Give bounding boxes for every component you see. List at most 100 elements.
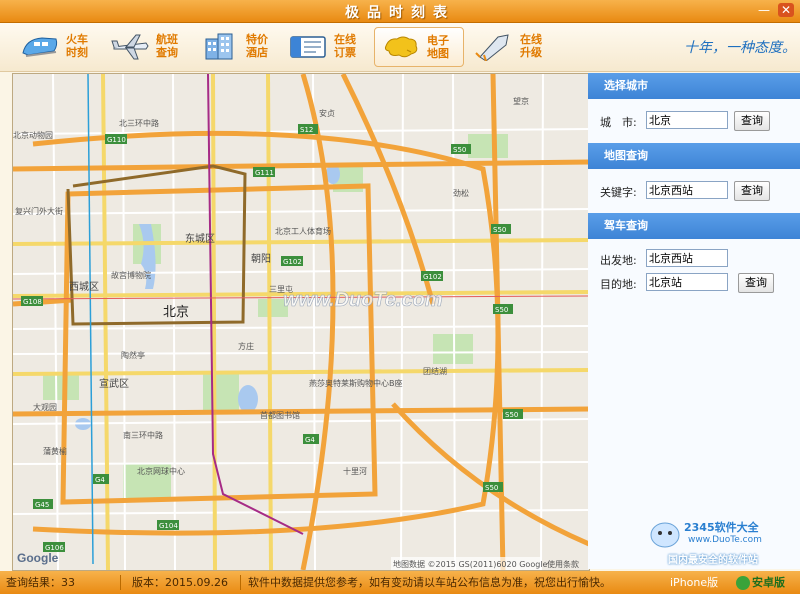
- toolbar-label-line1: 电子: [427, 34, 449, 47]
- map-label-fangzhuang: 方庄: [238, 341, 254, 351]
- road-badge: S50: [453, 146, 466, 154]
- toolbar-train-times[interactable]: 火车 时刻: [20, 27, 96, 65]
- keyword-label: 关键字:: [600, 186, 637, 199]
- map-label-tennis-center: 北京网球中心: [137, 466, 185, 476]
- title-bar: 极品时刻表 — ✕: [0, 0, 800, 23]
- map-label-outlet: 燕莎奥特莱斯购物中心B座: [309, 378, 403, 388]
- road-badge: G111: [255, 169, 274, 177]
- map-canvas[interactable]: G110 S12 S50 G111 G102 S50 G102 S50 G108…: [13, 74, 589, 570]
- keyword-input[interactable]: 北京西站: [646, 181, 728, 199]
- toolbar-online-upgrade[interactable]: 在线 升级: [474, 27, 550, 65]
- minimize-button[interactable]: —: [756, 3, 772, 17]
- toolbar-label-line2: 时刻: [66, 46, 88, 59]
- map-icon: [384, 36, 418, 58]
- toolbar-label-line2: 地图: [427, 47, 449, 60]
- city-label: 城 市:: [600, 116, 637, 129]
- select-city-header: 选择城市: [588, 73, 800, 99]
- toolbar-label-line2: 升级: [520, 46, 542, 59]
- road-badge: S50: [485, 484, 498, 492]
- map-label-zoo: 北京动物园: [13, 130, 53, 140]
- slogan: 十年，一种态度。: [684, 40, 796, 56]
- from-label: 出发地:: [600, 254, 637, 267]
- toolbar-online-booking[interactable]: 在线 订票: [288, 27, 364, 65]
- to-input[interactable]: 北京站: [646, 273, 728, 291]
- google-logo: Google: [17, 551, 59, 565]
- toolbar-label-line1: 在线: [334, 33, 356, 46]
- road-badge: S12: [300, 126, 313, 134]
- toolbar-label-line1: 火车: [66, 33, 88, 46]
- map-watermark: www.DuoTe.com: [283, 289, 443, 311]
- iphone-link[interactable]: iPhone版: [670, 571, 718, 594]
- toolbar-label-line1: 在线: [520, 33, 542, 46]
- close-button[interactable]: ✕: [778, 3, 794, 17]
- map-label-tuanjiehu: 团结湖: [423, 366, 447, 376]
- map-label-anzhen: 安贞: [319, 108, 335, 118]
- road-badge: G110: [107, 136, 126, 144]
- map-copyright: 地图数据 ©2015 GS(2011)6020 Google: [393, 559, 548, 569]
- airplane-icon: [111, 34, 149, 60]
- road-badge: G4: [305, 436, 315, 444]
- hotel-icon: [205, 33, 233, 60]
- result-count: 查询结果：33: [6, 576, 75, 589]
- city-query-button[interactable]: 查询: [734, 111, 770, 131]
- train-icon: [22, 37, 58, 57]
- map-terms-link: 使用条款: [547, 559, 579, 569]
- branding-watermark: 2345软件大全 www.DuoTe.com 国内最安全的软件站: [648, 513, 798, 567]
- road-badge: S50: [493, 226, 506, 234]
- driving-from-row: 出发地: 北京西站: [588, 247, 800, 271]
- map-label-gugong: 故宫博物院: [111, 270, 151, 280]
- toolbar: 火车 时刻 航班 查询 特价 酒店 在线 订票 电子 地图 在线 升级 十年，一种态度。: [0, 23, 800, 72]
- road-badge: G4: [95, 476, 105, 484]
- map-label-library: 首都图书馆: [260, 410, 300, 420]
- map-label-xuanwu: 宣武区: [99, 377, 129, 390]
- ticket-icon: [290, 36, 326, 58]
- toolbar-label-line1: 航班: [156, 33, 178, 46]
- map-label-pupu: 蒲黄榆: [43, 446, 67, 456]
- map-label-beijing: 北京: [163, 305, 189, 320]
- query-sidebar: 选择城市 城 市: 北京 查询 地图查询 关键字: 北京西站 查询 驾车查询 出…: [588, 73, 800, 569]
- toolbar-label-line1: 特价: [246, 33, 268, 46]
- android-link[interactable]: 安卓版: [752, 571, 785, 594]
- toolbar-electronic-map[interactable]: 电子 地图: [374, 27, 464, 67]
- map-label-xicheng: 西城区: [69, 281, 99, 293]
- driving-query-button[interactable]: 查询: [738, 273, 774, 293]
- road-badge: S50: [505, 411, 518, 419]
- branding-slogan: 国内最安全的软件站: [668, 555, 758, 566]
- keyword-query-button[interactable]: 查询: [734, 181, 770, 201]
- city-input[interactable]: 北京: [646, 111, 728, 129]
- branding-url: www.DuoTe.com: [688, 535, 762, 545]
- version-text: 版本：2015.09.26: [132, 576, 228, 589]
- map-label-wangjing: 望京: [513, 96, 529, 106]
- toolbar-label-line2: 订票: [334, 46, 356, 59]
- map-label-shilihe: 十里河: [343, 466, 367, 476]
- map-label-fuxingmen: 复兴门外大街: [15, 206, 63, 216]
- map-view[interactable]: G110 S12 S50 G111 G102 S50 G102 S50 G108…: [12, 73, 590, 571]
- driving-to-row: 目的地: 北京站 查询: [588, 271, 800, 295]
- upgrade-icon: [475, 34, 509, 61]
- android-icon: [736, 576, 750, 590]
- to-label: 目的地:: [600, 278, 637, 291]
- map-label-chaoyang: 朝阳: [251, 253, 271, 265]
- from-input[interactable]: 北京西站: [646, 249, 728, 267]
- branding-name: 2345软件大全: [684, 521, 759, 534]
- driving-query-header: 驾车查询: [588, 213, 800, 239]
- map-query-row: 关键字: 北京西站 查询: [588, 179, 800, 203]
- map-label-workers-stadium: 北京工人体育场: [275, 226, 331, 236]
- mascot-icon: [650, 522, 680, 548]
- road-badge: G102: [423, 273, 442, 281]
- road-badge: G102: [283, 258, 302, 266]
- toolbar-label-line2: 查询: [156, 46, 178, 59]
- status-bar: 查询结果：33 版本：2015.09.26 软件中数据提供您参考，如有变动请以车…: [0, 571, 800, 594]
- map-label-taoranting: 陶然亭: [121, 350, 145, 360]
- road-badge: G104: [159, 522, 178, 530]
- map-label-dongcheng: 东城区: [185, 232, 215, 245]
- road-badge: S50: [495, 306, 508, 314]
- toolbar-flight-search[interactable]: 航班 查询: [110, 27, 186, 65]
- select-city-row: 城 市: 北京 查询: [588, 109, 800, 133]
- map-query-header: 地图查询: [588, 143, 800, 169]
- road-badge: G45: [35, 501, 49, 509]
- toolbar-special-hotels[interactable]: 特价 酒店: [200, 27, 276, 65]
- map-label-dawang: 大观园: [33, 402, 57, 412]
- notice-text: 软件中数据提供您参考，如有变动请以车站公布信息为准，祝您出行愉快。: [248, 576, 611, 589]
- map-label-nansanhuan: 南三环中路: [123, 430, 163, 440]
